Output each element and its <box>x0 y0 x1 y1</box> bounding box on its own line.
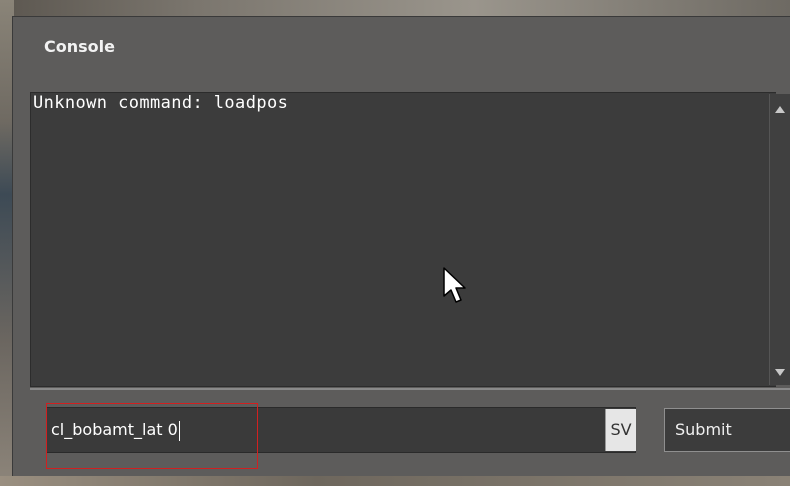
mouse-pointer-icon <box>443 267 466 303</box>
output-scrollbar[interactable] <box>769 94 790 385</box>
console-output-line: Unknown command: loadpos <box>33 93 289 113</box>
submit-button[interactable]: Submit <box>664 408 790 452</box>
window-title: Console <box>44 37 115 56</box>
scroll-down-icon[interactable] <box>775 369 785 376</box>
divider <box>30 388 790 390</box>
sv-badge-button[interactable]: SV <box>605 409 636 451</box>
console-window: Console Unknown command: loadpos cl_boba… <box>12 16 790 481</box>
scroll-up-icon[interactable] <box>775 106 785 113</box>
command-input-text: cl_bobamt_lat 0 <box>51 420 178 439</box>
background-scene-top <box>0 0 790 16</box>
text-caret <box>178 420 180 441</box>
command-input[interactable]: cl_bobamt_lat 0 <box>46 407 636 453</box>
console-output-panel <box>30 92 776 387</box>
background-scene-bottom <box>0 476 790 486</box>
